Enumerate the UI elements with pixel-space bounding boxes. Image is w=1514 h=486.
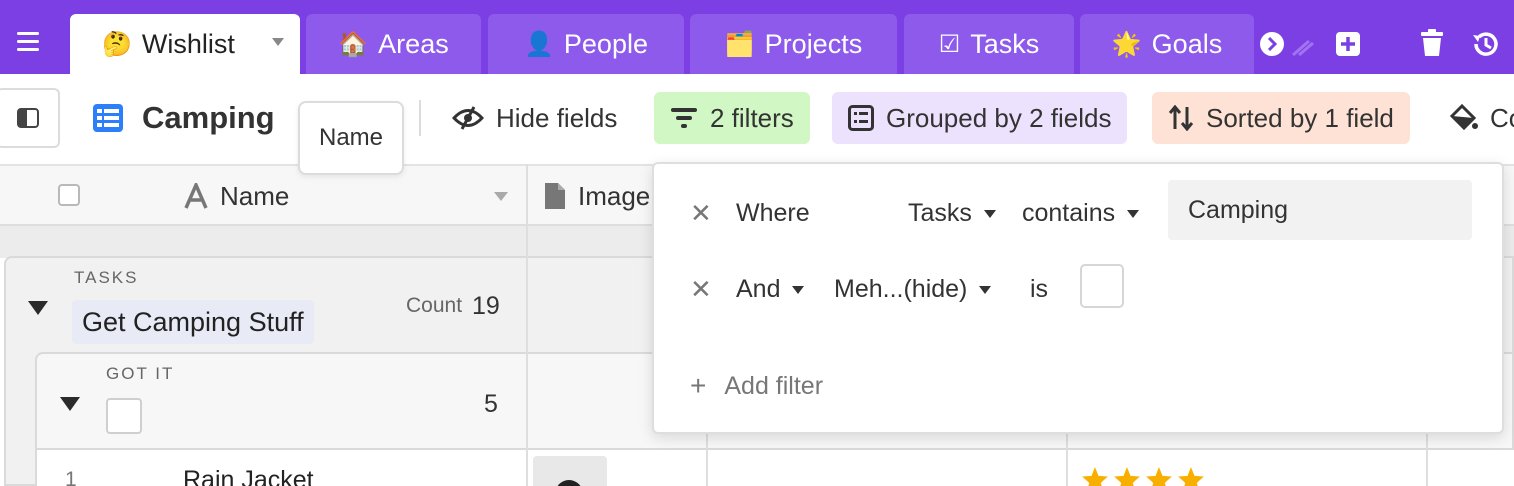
tab-label: Wishlist <box>141 28 235 59</box>
remove-filter-icon[interactable]: ✕ <box>690 198 712 229</box>
tab-label: People <box>563 28 648 59</box>
chevron-down-icon <box>1127 209 1140 218</box>
chevron-down-icon <box>979 285 992 294</box>
filter-conjunction-value: And <box>736 275 781 303</box>
filter-field-value: Meh...(hide) <box>834 275 968 303</box>
group-value: Get Camping Stuff <box>82 306 304 337</box>
star-icon[interactable] <box>1145 466 1173 486</box>
filter-operator-select[interactable]: contains <box>1022 199 1140 228</box>
trash-icon[interactable] <box>1420 28 1444 58</box>
tab-goals[interactable]: 🌟 Goals <box>1080 14 1254 74</box>
row-number: 1 <box>65 468 77 486</box>
paint-bucket-icon <box>1449 104 1478 131</box>
group-count-label: Count <box>406 294 463 317</box>
hamburger-menu-icon[interactable] <box>14 30 42 54</box>
column-header-name[interactable]: Name <box>184 166 289 226</box>
filter-field-select[interactable]: Tasks <box>908 199 996 228</box>
filter-value-checkbox[interactable] <box>1080 264 1124 308</box>
select-all-checkbox[interactable] <box>58 184 80 206</box>
chevron-down-icon <box>792 285 805 294</box>
letter-a-icon <box>184 183 208 209</box>
plus-box-icon[interactable] <box>1334 30 1362 58</box>
tab-projects[interactable]: 🗂️ Projects <box>690 14 897 74</box>
collapse-triangle-icon[interactable] <box>28 301 48 315</box>
filter-panel: ✕ Where Tasks contains Camping ✕ And Meh… <box>652 162 1504 434</box>
group-checkbox <box>106 398 142 434</box>
group-count: 5 <box>484 390 498 418</box>
table-row[interactable]: 1 Rain Jacket <box>37 448 1514 486</box>
filter-operator: is <box>1030 275 1049 303</box>
image-thumbnail[interactable] <box>533 456 607 486</box>
column-divider <box>526 164 528 486</box>
group-button[interactable]: Grouped by 2 fields <box>832 92 1128 144</box>
tab-label: Areas <box>378 28 449 59</box>
group-field-label: GOT IT <box>106 364 175 383</box>
star-icon[interactable] <box>1081 466 1109 486</box>
tab-label: Projects <box>764 28 863 59</box>
tab-label: Tasks <box>970 28 1040 59</box>
eye-slash-icon <box>452 106 484 130</box>
tab-label: Goals <box>1151 28 1223 59</box>
chevron-down-icon <box>983 209 996 218</box>
column-header-image[interactable]: Image <box>544 166 650 226</box>
filter-value-input[interactable]: Camping <box>1168 180 1472 240</box>
star-icon: 🌟 <box>1111 30 1142 58</box>
house-icon: 🏠 <box>338 30 369 58</box>
sidebar-icon <box>17 108 39 128</box>
row-name[interactable]: Rain Jacket <box>183 466 314 486</box>
name-tooltip: Name <box>298 101 404 175</box>
star-icon[interactable] <box>1113 466 1141 486</box>
column-menu-chevron-icon[interactable] <box>494 192 508 201</box>
grid-view-icon <box>93 104 123 132</box>
hide-fields-label: Hide fields <box>496 102 618 133</box>
add-filter-button[interactable]: + Add filter <box>690 370 823 402</box>
sparkle-icon <box>1290 34 1316 60</box>
remove-filter-icon[interactable]: ✕ <box>690 274 712 305</box>
top-tab-bar: 🤔 Wishlist 🏠 Areas 👤 People 🗂️ Projects … <box>0 0 1514 74</box>
star-icon[interactable] <box>1177 466 1205 486</box>
filter-conjunction-select[interactable]: And <box>736 275 805 304</box>
chevron-right-circle-icon[interactable] <box>1258 30 1286 58</box>
tab-tasks[interactable]: ☑ Tasks <box>904 14 1074 74</box>
view-switcher[interactable]: Camping <box>92 100 275 136</box>
person-icon: 👤 <box>524 30 554 58</box>
color-label: Co <box>1490 102 1514 133</box>
sort-button[interactable]: Sorted by 1 field <box>1152 92 1410 144</box>
folder-icon: 🗂️ <box>724 30 755 58</box>
chevron-down-icon[interactable] <box>272 38 284 46</box>
sort-arrows-icon <box>1168 105 1194 131</box>
filters-button[interactable]: 2 filters <box>654 92 810 144</box>
group-value-chip: Get Camping Stuff <box>72 300 314 344</box>
group-label: Grouped by 2 fields <box>886 102 1112 133</box>
group-count: 19 <box>472 292 500 320</box>
rating-stars[interactable] <box>1081 466 1205 486</box>
filter-field-value: Tasks <box>908 199 972 227</box>
filter-icon <box>671 108 697 128</box>
filter-conjunction: Where <box>736 199 810 227</box>
column-label: Name <box>220 180 290 211</box>
filter-operator-value: contains <box>1022 199 1116 227</box>
toolbar-divider <box>419 100 421 136</box>
file-icon <box>545 183 565 209</box>
column-label: Image <box>578 180 651 211</box>
group-field-label: TASKS <box>74 268 139 287</box>
filter-field-select[interactable]: Meh...(hide) <box>834 275 992 304</box>
sort-label: Sorted by 1 field <box>1206 102 1394 133</box>
checkbox-icon: ☑ <box>938 30 961 58</box>
view-name: Camping <box>142 100 275 135</box>
add-filter-label: Add filter <box>724 371 824 400</box>
thinking-face-icon: 🤔 <box>102 30 132 58</box>
collapse-triangle-icon[interactable] <box>60 397 80 411</box>
plus-icon: + <box>690 370 707 401</box>
hide-fields-button[interactable]: Hide fields <box>436 92 633 144</box>
view-toolbar: Camping Name Hide fields 2 filters Group… <box>0 74 1514 175</box>
color-button[interactable]: Co <box>1432 92 1514 144</box>
tab-wishlist[interactable]: 🤔 Wishlist <box>70 14 300 74</box>
filters-label: 2 filters <box>710 102 794 133</box>
tab-people[interactable]: 👤 People <box>488 14 684 74</box>
tab-areas[interactable]: 🏠 Areas <box>306 14 481 74</box>
history-icon[interactable] <box>1470 28 1502 60</box>
sidebar-toggle-button[interactable] <box>0 88 60 148</box>
group-list-icon <box>848 105 874 131</box>
